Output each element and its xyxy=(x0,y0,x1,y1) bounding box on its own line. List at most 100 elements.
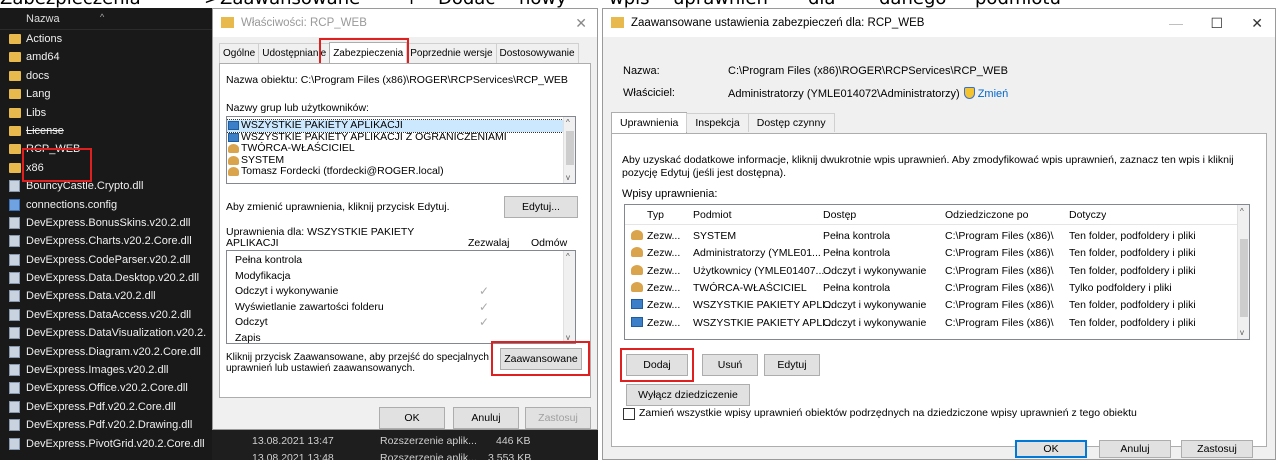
file-name: connections.config xyxy=(26,198,118,211)
col-subject[interactable]: Podmiot xyxy=(693,209,732,221)
col-access[interactable]: Dostęp xyxy=(823,209,856,221)
permission-entry-row[interactable]: Zezw... WSZYSTKIE PAKIETY APLI... Odczyt i… xyxy=(625,296,1239,313)
user-group-icon xyxy=(631,264,643,275)
file-list-item[interactable]: Lang xyxy=(0,85,212,103)
allow-column-header: Zezwalaj xyxy=(468,237,510,249)
file-list-item[interactable]: connections.config xyxy=(0,196,212,214)
file-name: Libs xyxy=(26,106,47,119)
file-list-item[interactable]: DevExpress.CodeParser.v20.2.dll xyxy=(0,251,212,269)
caption-word: danego xyxy=(879,0,946,8)
file-list-item[interactable]: DevExpress.Data.Desktop.v20.2.dll xyxy=(0,269,212,287)
file-list-item[interactable]: DevExpress.Images.v20.2.dll xyxy=(0,361,212,379)
tab-previous-versions[interactable]: Poprzednie wersje xyxy=(406,43,497,63)
file-list-item[interactable]: DevExpress.Charts.v20.2.Core.dll xyxy=(0,232,212,250)
file-list-item[interactable]: amd64 xyxy=(0,48,212,66)
cell-subject: SYSTEM xyxy=(693,230,737,242)
file-list-item[interactable]: docs xyxy=(0,67,212,85)
file-list-item[interactable]: DevExpress.BonusSkins.v20.2.dll xyxy=(0,214,212,232)
cell-applies: Ten folder, podfoldery i pliki xyxy=(1069,316,1196,329)
dll-file-icon xyxy=(9,419,20,432)
permission-row: Pełna kontrola xyxy=(227,253,575,269)
props-cancel-button[interactable]: Anuluj xyxy=(453,407,519,429)
entries-label: Wpisy uprawnienia: xyxy=(622,188,718,200)
file-list-item[interactable]: DevExpress.Pdf.v20.2.Drawing.dll xyxy=(0,416,212,434)
config-file-icon xyxy=(9,198,20,211)
tab-general[interactable]: Ogólne xyxy=(219,43,260,63)
props-ok-button[interactable]: OK xyxy=(379,407,445,429)
permission-entry-row[interactable]: Zezw... SYSTEM Pełna kontrola C:\Program Fi… xyxy=(625,227,1239,244)
cell-applies: Tylko podfoldery i pliki xyxy=(1069,281,1172,294)
file-list-item[interactable]: DevExpress.DataVisualization.v20.2. xyxy=(0,324,212,342)
permission-name: Odczyt xyxy=(235,316,268,329)
col-inherited[interactable]: Odziedziczone po xyxy=(945,209,1028,221)
permission-entry-row[interactable]: Zezw... Użytkownicy (YMLE01407... Odczyt i… xyxy=(625,262,1239,279)
permission-entry-row[interactable]: Zezw... Administratorzy (YMLE01... Pełna k… xyxy=(625,244,1239,261)
col-type[interactable]: Typ xyxy=(647,209,664,221)
close-icon[interactable]: ✕ xyxy=(1251,9,1263,37)
file-list-item[interactable]: DevExpress.DataAccess.v20.2.dll xyxy=(0,306,212,324)
file-list-item[interactable]: Libs xyxy=(0,104,212,122)
group-list-item[interactable]: Tomasz Fordecki (tfordecki@ROGER.local) xyxy=(227,165,575,178)
file-list-item[interactable]: Actions xyxy=(0,30,212,48)
file-list-item[interactable]: License xyxy=(0,122,212,140)
props-apply-button[interactable]: Zastosuj xyxy=(525,407,591,429)
dll-file-icon xyxy=(9,327,20,340)
advanced-hint-line1: Kliknij przycisk Zaawansowane, aby przej… xyxy=(226,352,489,363)
file-list-item[interactable]: DevExpress.Office.v20.2.Core.dll xyxy=(0,379,212,397)
col-applies[interactable]: Dotyczy xyxy=(1069,209,1106,221)
cell-subject: WSZYSTKIE PAKIETY APLI... xyxy=(693,316,834,329)
permissions-scrollbar[interactable]: ^ v xyxy=(563,251,575,343)
adv-cancel-button[interactable]: Anuluj xyxy=(1099,440,1171,458)
edit-entry-button[interactable]: Edytuj xyxy=(764,354,820,376)
file-list-item[interactable]: DevExpress.Pdf.v20.2.Core.dll xyxy=(0,398,212,416)
file-list-item[interactable]: DevExpress.Diagram.v20.2.Core.dll xyxy=(0,343,212,361)
file-name: Actions xyxy=(26,33,63,45)
permissions-for-line2: APLIKACJI xyxy=(226,237,279,249)
scroll-thumb[interactable] xyxy=(1240,239,1248,317)
maximize-icon[interactable]: ☐ xyxy=(1210,9,1223,37)
permission-row: Odczyt ✓ xyxy=(227,315,575,331)
tab-effective-access[interactable]: Dostęp czynny xyxy=(747,113,835,132)
minimize-icon[interactable]: — xyxy=(1169,9,1183,37)
file-list-item[interactable]: DevExpress.Data.v20.2.dll xyxy=(0,287,212,305)
folder-icon xyxy=(9,89,21,100)
cell-type: Zezw... xyxy=(647,230,681,242)
scroll-up-icon[interactable]: ^ xyxy=(566,118,570,127)
scroll-up-icon[interactable]: ^ xyxy=(1240,207,1244,216)
groups-scrollbar[interactable]: ^ v xyxy=(563,117,575,183)
dll-file-icon xyxy=(9,290,20,303)
scroll-down-icon[interactable]: v xyxy=(566,173,570,182)
file-name: DevExpress.BonusSkins.v20.2.dll xyxy=(26,216,191,229)
sort-chevron-icon: ^ xyxy=(100,12,105,22)
remove-entry-button[interactable]: Usuń xyxy=(702,354,758,376)
highlight-add-button xyxy=(620,348,694,382)
replace-child-permissions-label[interactable]: Zamień wszystkie wpisy uprawnień obiektó… xyxy=(639,407,1137,419)
permission-entry-row[interactable]: Zezw... TWÓRCA-WŁAŚCICIEL Pełna kontrola C:… xyxy=(625,279,1239,296)
cell-inherited: C:\Program Files (x86)\ xyxy=(945,247,1054,260)
adv-ok-button[interactable]: OK xyxy=(1015,440,1087,458)
groups-listbox[interactable]: WSZYSTKIE PAKIETY APLIKACJI WSZYSTKIE PAK… xyxy=(226,116,576,184)
permission-name: Pełna kontrola xyxy=(235,254,303,266)
name-column-header[interactable]: Nazwa ^ xyxy=(0,8,212,30)
disable-inheritance-button[interactable]: Wyłącz dziedziczenie xyxy=(626,384,750,406)
change-owner-link[interactable]: Zmień xyxy=(978,88,1009,100)
dll-file-icon xyxy=(9,364,20,377)
adv-apply-button[interactable]: Zastosuj xyxy=(1181,440,1253,458)
tab-customize[interactable]: Dostosowywanie xyxy=(495,43,579,63)
scroll-thumb[interactable] xyxy=(566,131,574,165)
scroll-up-icon[interactable]: ^ xyxy=(566,252,570,261)
cell-inherited: C:\Program Files (x86)\ xyxy=(945,281,1054,294)
tab-auditing[interactable]: Inspekcja xyxy=(686,113,749,132)
folder-icon xyxy=(221,17,234,28)
file-list-item[interactable]: DevExpress.PivotGrid.v20.2.Core.dll xyxy=(0,435,212,453)
tab-permissions[interactable]: Uprawnienia xyxy=(611,112,688,133)
replace-child-permissions-checkbox[interactable] xyxy=(623,408,635,420)
security-panel: Nazwa obiektu: C:\Program Files (x86)\RO… xyxy=(219,63,591,398)
scroll-down-icon[interactable]: v xyxy=(1240,328,1244,337)
file-name: DevExpress.Pdf.v20.2.Drawing.dll xyxy=(26,419,193,432)
grid-scrollbar[interactable]: ^ v xyxy=(1237,205,1249,339)
permission-entry-row[interactable]: Zezw... WSZYSTKIE PAKIETY APLI... Odczyt i… xyxy=(625,314,1239,331)
edit-button[interactable]: Edytuj... xyxy=(504,196,578,218)
close-icon[interactable]: ✕ xyxy=(575,9,587,37)
grid-header: Typ Podmiot Dostęp Odziedziczone po Doty… xyxy=(625,205,1239,225)
